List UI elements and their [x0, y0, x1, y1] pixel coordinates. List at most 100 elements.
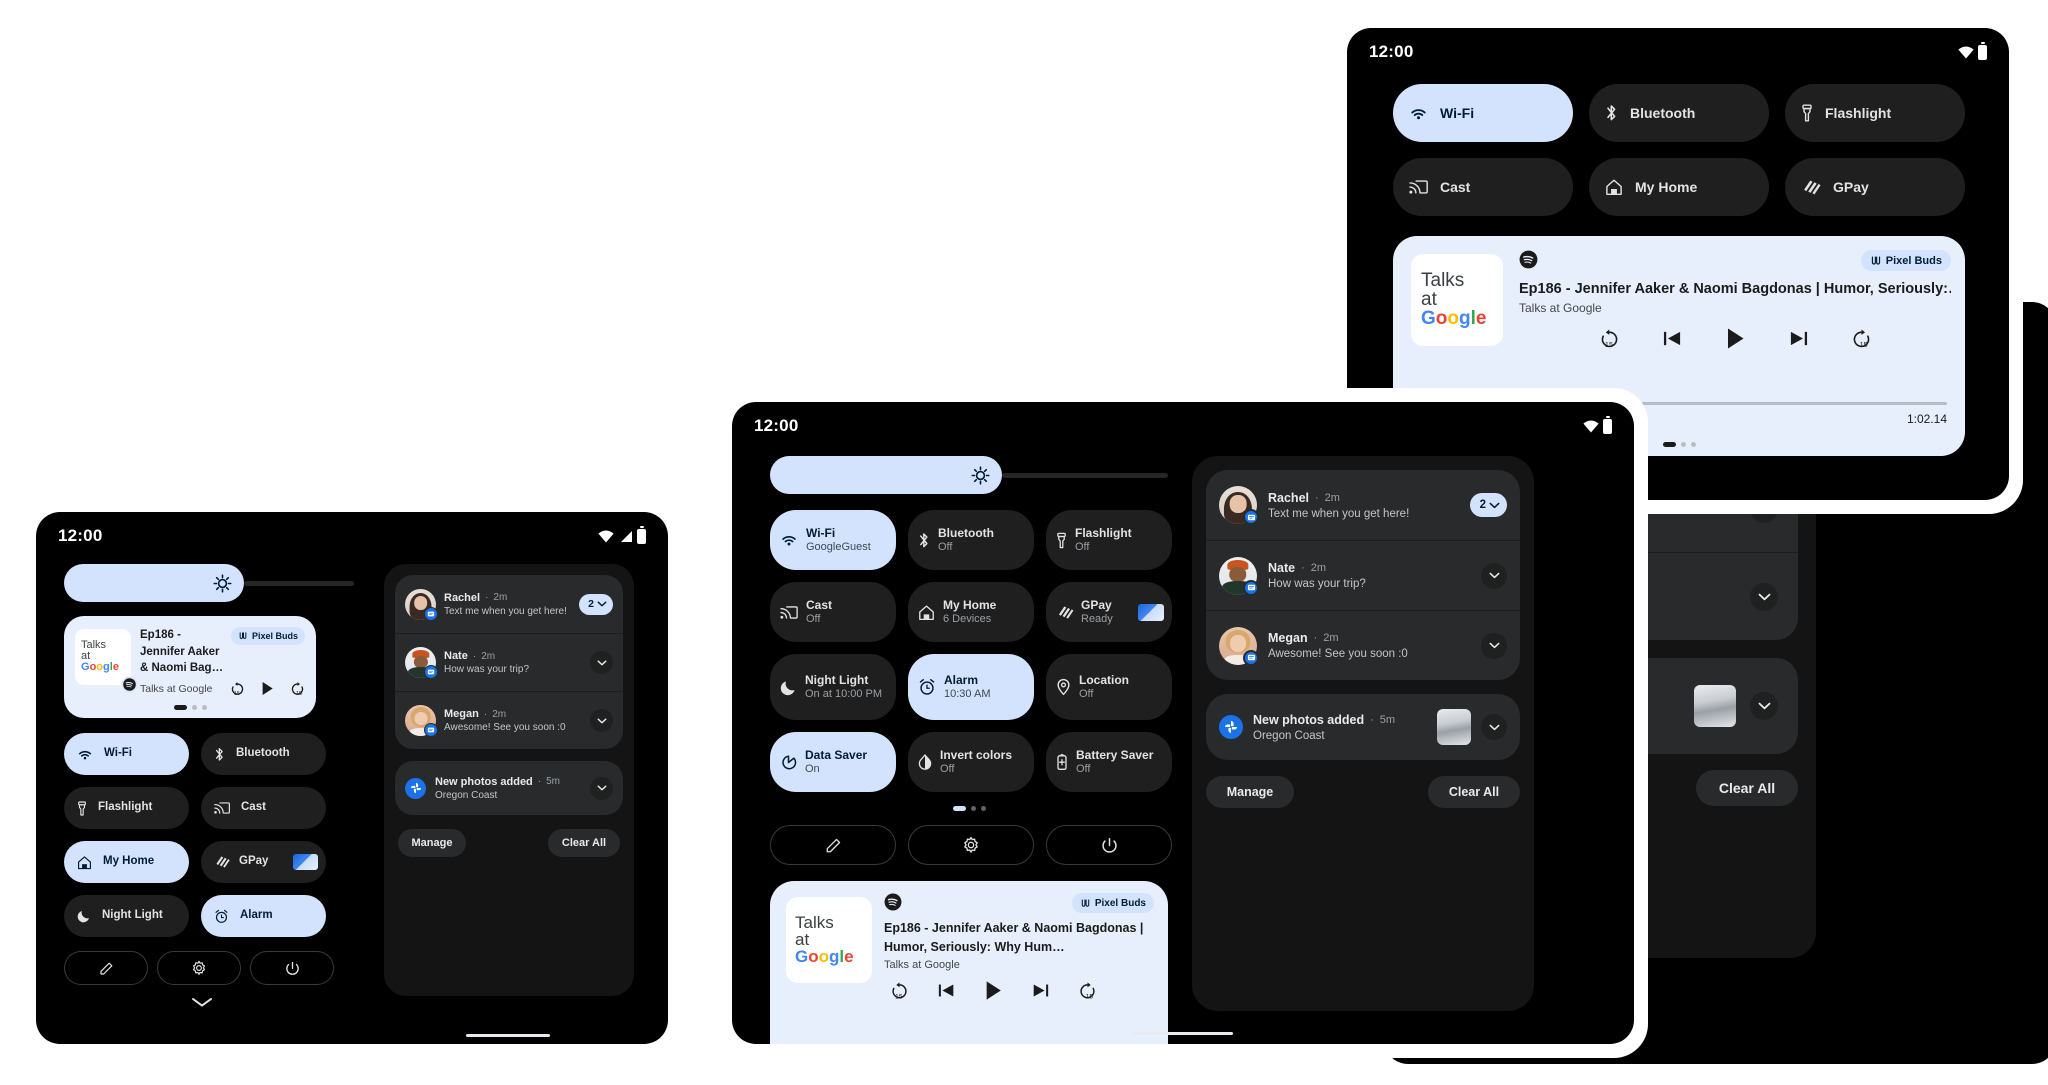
forward-15-button[interactable]: 15	[1851, 328, 1872, 349]
tile-flashlight[interactable]: Flashlight	[1785, 84, 1965, 142]
page-dot[interactable]	[1680, 442, 1686, 447]
tile-night-light[interactable]: Night Light On at 10:00 PM	[770, 654, 896, 720]
previous-button[interactable]	[1662, 329, 1683, 348]
tile-label: Alarm	[240, 909, 273, 922]
output-device-chip[interactable]: Pixel Buds	[230, 627, 305, 645]
tile-cast[interactable]: Cast	[201, 787, 326, 829]
manage-button[interactable]: Manage	[398, 829, 466, 857]
power-button[interactable]	[250, 951, 334, 985]
collapse-handle[interactable]	[64, 997, 339, 1008]
navigation-pill[interactable]	[466, 1034, 550, 1037]
tile-my-home[interactable]: My Home	[1589, 158, 1769, 216]
page-dot[interactable]	[191, 705, 197, 710]
expand-notification-button[interactable]	[590, 709, 613, 732]
tile-my-home[interactable]: My Home	[64, 841, 189, 883]
page-dot[interactable]	[1690, 442, 1696, 447]
rewind-15-button[interactable]: 15	[1599, 328, 1620, 349]
next-button[interactable]	[1031, 982, 1050, 999]
notification-count-chip[interactable]: 2	[579, 593, 613, 615]
notification-row-rachel[interactable]: Rachel · 2m Text me when you get here! 2	[395, 575, 623, 633]
tile-night-light[interactable]: Night Light	[64, 895, 189, 937]
forward-15-button[interactable]: 15	[1078, 981, 1097, 1000]
tile-my-home[interactable]: My Home 6 Devices	[908, 582, 1034, 642]
manage-button[interactable]: Manage	[1206, 776, 1294, 808]
tile-label: Bluetooth	[236, 747, 290, 760]
expand-notification-button[interactable]	[1481, 632, 1507, 659]
photos-notification[interactable]: New photos added · 5m Oregon Coast	[395, 761, 623, 815]
tile-location[interactable]: Location Off	[1046, 654, 1172, 720]
play-button[interactable]	[984, 980, 1003, 1001]
page-dot[interactable]	[173, 705, 187, 710]
tile-alarm[interactable]: Alarm 10:30 AM	[908, 654, 1034, 720]
brightness-slider[interactable]	[770, 456, 1168, 494]
notification-row-nate[interactable]: Nate · 2m How was your trip?	[1206, 540, 1520, 610]
svg-text:15: 15	[296, 691, 302, 696]
brightness-fill[interactable]	[770, 456, 1002, 494]
notification-row-megan[interactable]: Megan · 2m Awesome! See you soon :0	[1206, 610, 1520, 680]
tile-gpay[interactable]: GPay Ready	[1046, 582, 1172, 642]
clear-all-button[interactable]: Clear All	[1696, 770, 1798, 806]
expand-notification-button[interactable]	[1481, 714, 1507, 740]
wifi-icon	[780, 533, 798, 547]
edit-tiles-button[interactable]	[64, 951, 148, 985]
notification-row-nate[interactable]: Nate · 2m How was your trip?	[395, 633, 623, 691]
settings-button[interactable]	[157, 951, 241, 985]
next-button[interactable]	[1788, 329, 1809, 348]
tile-gpay[interactable]: GPay	[1785, 158, 1965, 216]
clear-all-button[interactable]: Clear All	[548, 829, 620, 857]
tile-battery-saver[interactable]: Battery Saver Off	[1046, 732, 1172, 792]
tile-gpay[interactable]: GPay	[201, 841, 326, 883]
expand-notification-button[interactable]	[590, 776, 613, 800]
page-dot[interactable]	[970, 806, 976, 811]
tile-cast[interactable]: Cast Off	[770, 582, 896, 642]
notification-row-megan[interactable]: Megan · 2m Awesome! See you soon :0	[395, 691, 623, 749]
output-device-chip[interactable]: Pixel Buds	[1860, 250, 1951, 271]
tile-alarm[interactable]: Alarm	[201, 895, 326, 937]
page-dot[interactable]	[201, 705, 207, 710]
brightness-slider[interactable]	[64, 564, 354, 602]
previous-button[interactable]	[937, 982, 956, 999]
tile-bluetooth[interactable]: Bluetooth	[201, 733, 326, 775]
status-bar-clock: 12:00	[754, 416, 799, 435]
brightness-track[interactable]	[1002, 472, 1168, 478]
brightness-track[interactable]	[244, 580, 354, 586]
tile-invert-colors[interactable]: Invert colors Off	[908, 732, 1034, 792]
spotify-icon	[1519, 250, 1538, 269]
datasaver-icon	[780, 754, 797, 771]
page-dot[interactable]	[1662, 442, 1676, 447]
status-bar-clock: 12:00	[58, 526, 103, 545]
notification-count-chip[interactable]: 2	[1469, 493, 1507, 517]
tile-wifi[interactable]: Wi-Fi	[64, 733, 189, 775]
rewind-15-button[interactable]: 15	[230, 681, 245, 696]
expand-notification-button[interactable]	[1750, 582, 1778, 611]
play-button[interactable]	[1725, 327, 1746, 350]
tile-label: Wi-Fi	[1440, 104, 1475, 121]
photos-notification[interactable]: New photos added · 5m Oregon Coast	[1206, 694, 1520, 760]
edit-tiles-button[interactable]	[770, 825, 896, 865]
clear-all-button[interactable]: Clear All	[1428, 776, 1520, 808]
tile-flashlight[interactable]: Flashlight Off	[1046, 510, 1172, 570]
play-button[interactable]	[261, 681, 274, 696]
power-button[interactable]	[1046, 825, 1172, 865]
settings-button[interactable]	[908, 825, 1034, 865]
tile-cast[interactable]: Cast	[1393, 158, 1573, 216]
page-dot[interactable]	[980, 806, 986, 811]
tile-flashlight[interactable]: Flashlight	[64, 787, 189, 829]
page-dot[interactable]	[952, 806, 966, 811]
tile-bluetooth[interactable]: Bluetooth	[1589, 84, 1769, 142]
brightness-icon	[971, 465, 990, 485]
expand-notification-button[interactable]	[1481, 562, 1507, 589]
navigation-pill[interactable]	[1133, 1032, 1233, 1035]
rewind-15-button[interactable]: 15	[890, 981, 909, 1000]
tile-bluetooth[interactable]: Bluetooth Off	[908, 510, 1034, 570]
expand-notification-button[interactable]	[1750, 692, 1778, 720]
tile-wifi[interactable]: Wi-Fi	[1393, 84, 1573, 142]
output-device-chip[interactable]: Pixel Buds	[1071, 893, 1154, 913]
forward-15-button[interactable]: 15	[290, 681, 305, 696]
notification-row-rachel[interactable]: Rachel · 2m Text me when you get here! 2	[1206, 470, 1520, 540]
expand-notification-button[interactable]	[590, 651, 613, 674]
brightness-fill[interactable]	[64, 564, 244, 602]
tile-wifi[interactable]: Wi-Fi GoogleGuest	[770, 510, 896, 570]
tile-data-saver[interactable]: Data Saver On	[770, 732, 896, 792]
wifi-icon	[77, 748, 93, 761]
